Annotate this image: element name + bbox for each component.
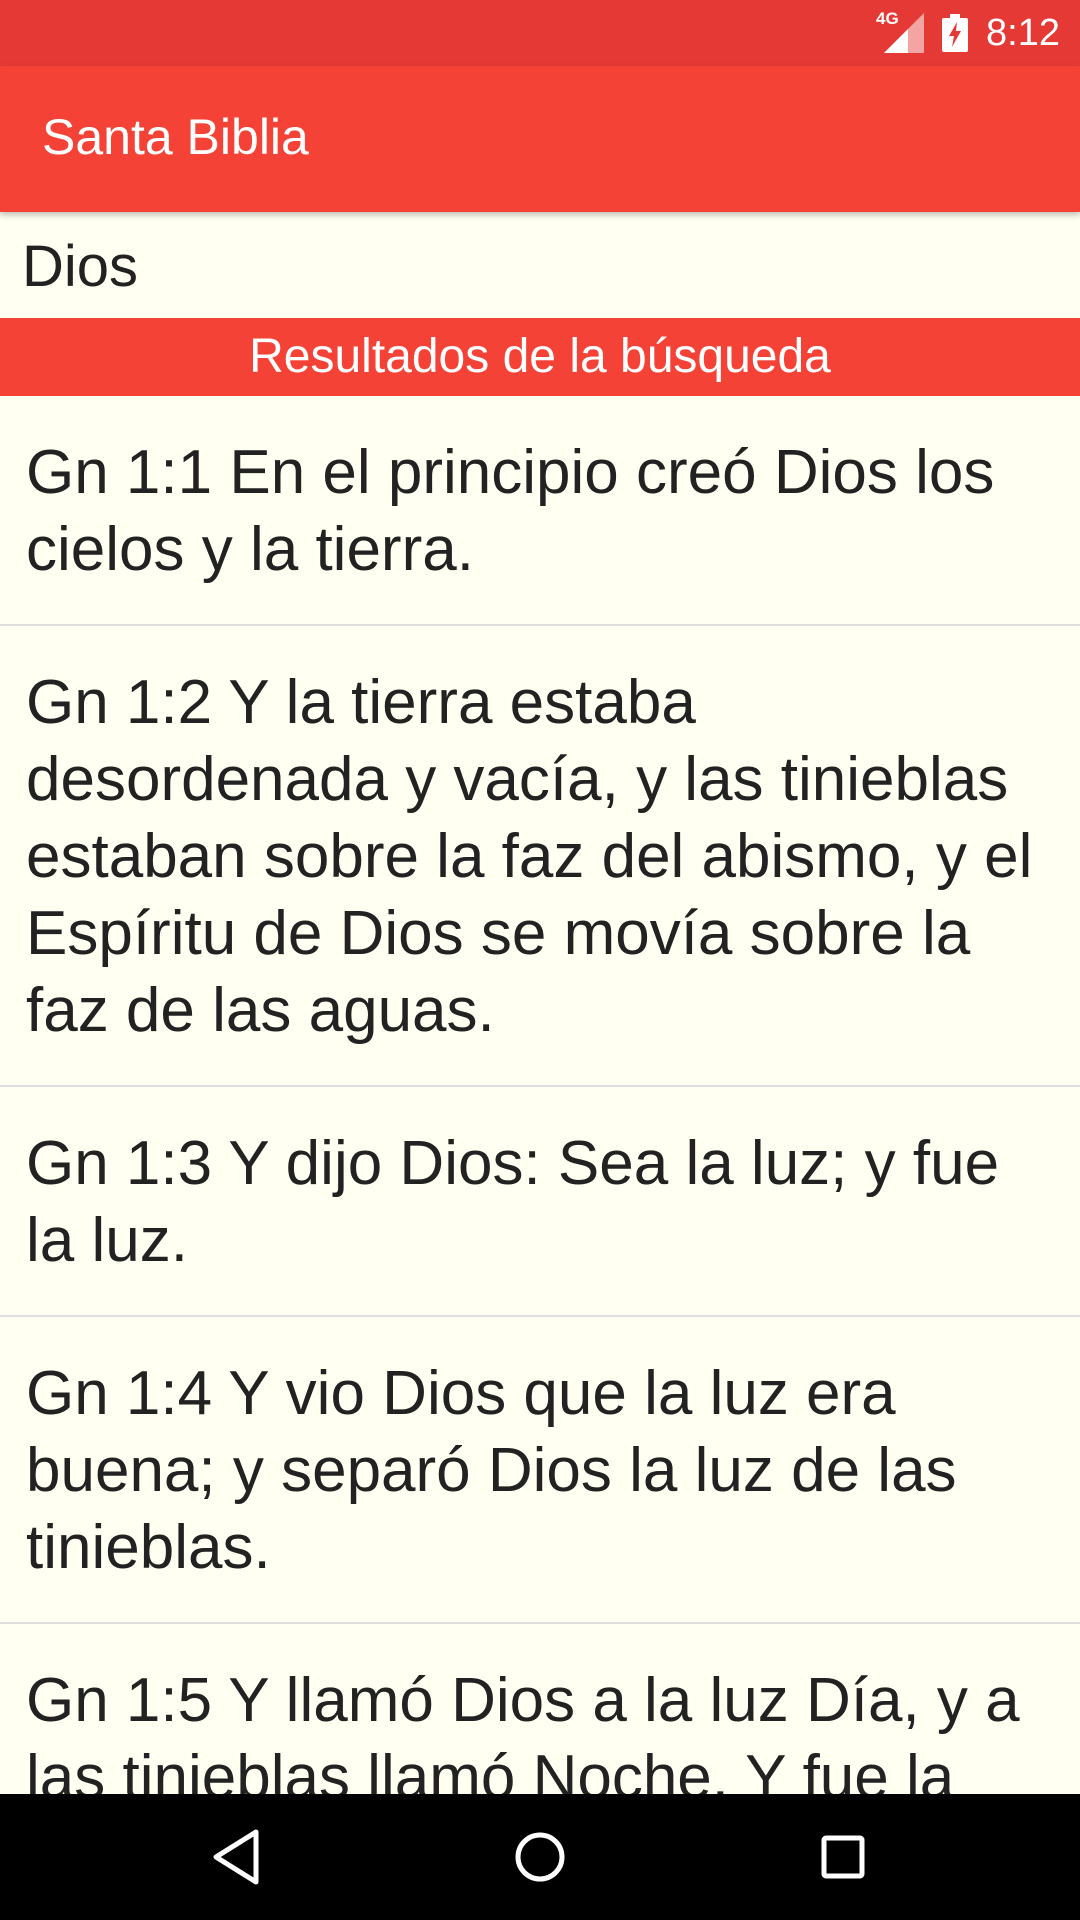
home-icon[interactable]: [507, 1824, 573, 1890]
network-type-label: 4G: [876, 9, 899, 28]
status-bar: 4G 8:12: [0, 0, 1080, 66]
list-item[interactable]: Gn 1:5 Y llamó Dios a la luz Día, y a la…: [0, 1624, 1080, 1794]
status-icons: 4G 8:12: [876, 0, 1060, 66]
signal-icon: 4G: [876, 9, 925, 53]
app-bar: Santa Biblia: [0, 66, 1080, 212]
list-item[interactable]: Gn 1:2 Y la tierra estaba desordenada y …: [0, 626, 1080, 1087]
navigation-bar: [0, 1794, 1080, 1920]
list-item[interactable]: Gn 1:1 En el principio creó Dios los cie…: [0, 396, 1080, 626]
recents-icon[interactable]: [810, 1824, 876, 1890]
battery-charging-icon: [942, 14, 969, 52]
list-item[interactable]: Gn 1:4 Y vio Dios que la luz era buena; …: [0, 1317, 1080, 1624]
results-list[interactable]: Gn 1:1 En el principio creó Dios los cie…: [0, 396, 1080, 1794]
app-title: Santa Biblia: [42, 109, 309, 165]
list-item[interactable]: Gn 1:3 Y dijo Dios: Sea la luz; y fue la…: [0, 1087, 1080, 1317]
search-query-text[interactable]: Dios: [22, 238, 138, 296]
results-header: Resultados de la búsqueda: [0, 318, 1080, 396]
status-time: 8:12: [986, 11, 1060, 54]
back-icon[interactable]: [204, 1824, 270, 1890]
